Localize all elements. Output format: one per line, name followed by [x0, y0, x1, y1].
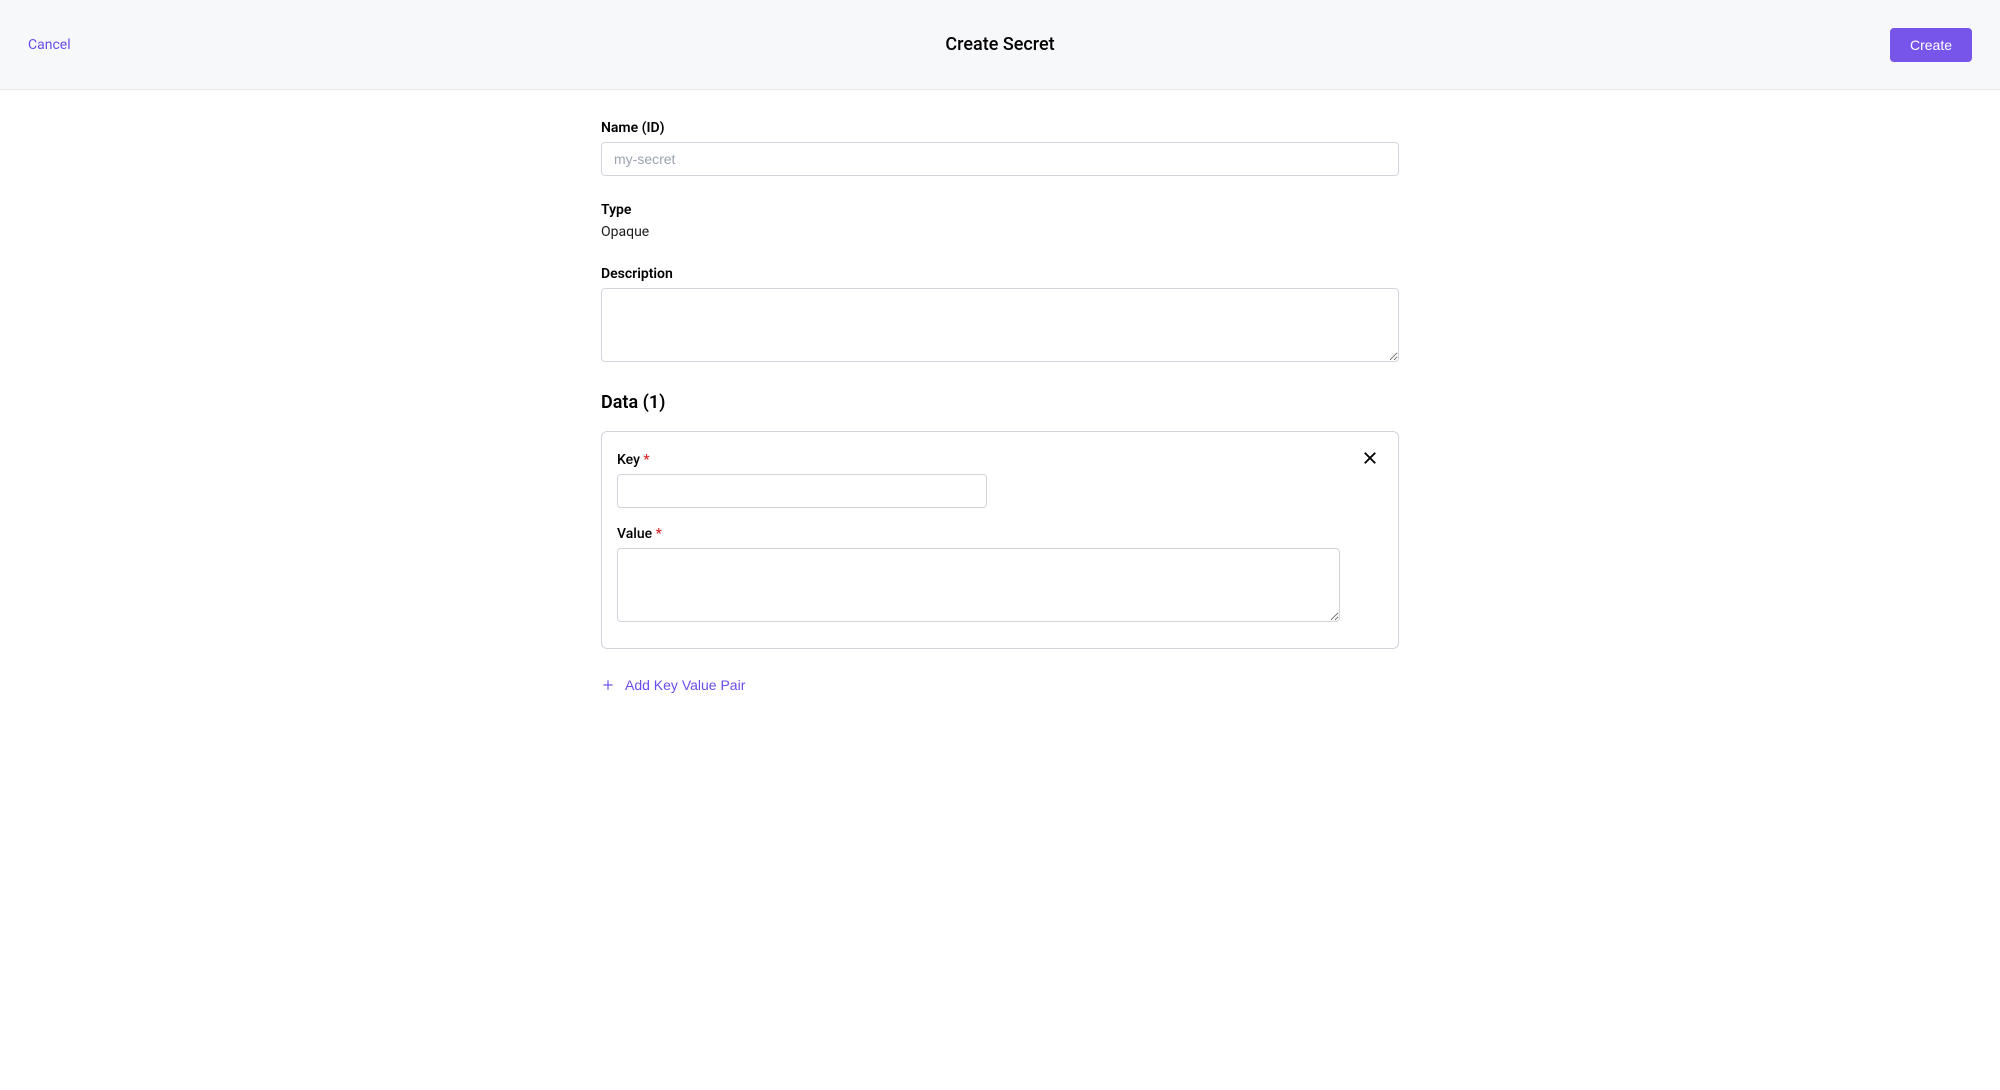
- key-group: Key *: [617, 452, 1370, 508]
- value-label: Value *: [617, 526, 1370, 542]
- close-icon: [1361, 449, 1379, 467]
- plus-icon: [601, 678, 615, 692]
- type-group: Type Opaque: [601, 202, 1399, 240]
- required-marker: *: [643, 452, 649, 468]
- add-key-value-button[interactable]: Add Key Value Pair: [601, 669, 745, 701]
- description-group: Description: [601, 266, 1399, 366]
- required-marker: *: [656, 526, 662, 542]
- key-label-text: Key: [617, 452, 640, 468]
- type-value: Opaque: [601, 224, 1399, 240]
- value-group: Value *: [617, 526, 1370, 626]
- type-label: Type: [601, 202, 1399, 218]
- add-button-label: Add Key Value Pair: [625, 677, 745, 693]
- key-input[interactable]: [617, 474, 987, 508]
- description-label: Description: [601, 266, 1399, 282]
- name-label: Name (ID): [601, 120, 1399, 136]
- name-group: Name (ID): [601, 120, 1399, 176]
- name-input[interactable]: [601, 142, 1399, 176]
- remove-item-button[interactable]: [1360, 448, 1380, 468]
- form-content: Name (ID) Type Opaque Description Data (…: [601, 90, 1399, 731]
- data-item-card: Key * Value *: [601, 431, 1399, 649]
- value-input[interactable]: [617, 548, 1340, 622]
- page-header: Cancel Create Secret Create: [0, 0, 2000, 90]
- create-button[interactable]: Create: [1890, 28, 1972, 62]
- cancel-button[interactable]: Cancel: [28, 37, 71, 53]
- value-label-text: Value: [617, 526, 652, 542]
- key-label: Key *: [617, 452, 1370, 468]
- page-title: Create Secret: [945, 34, 1054, 55]
- description-input[interactable]: [601, 288, 1399, 362]
- data-section-title: Data (1): [601, 392, 1399, 413]
